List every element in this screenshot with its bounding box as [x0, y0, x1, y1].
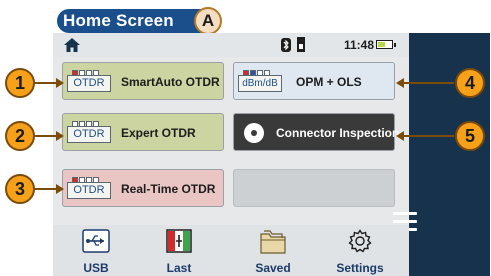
toolbar-label: Saved [255, 261, 291, 275]
clock-time: 11:48 [344, 38, 375, 52]
tile-label: Real-Time OTDR [121, 182, 216, 196]
otdr-icon: OTDR [67, 70, 113, 94]
callout-arrow [34, 184, 64, 194]
tile-label: SmartAuto OTDR [121, 75, 220, 89]
callout-4: 4 [455, 68, 485, 98]
last-result-icon [166, 229, 192, 253]
toolbar-label: Last [166, 261, 192, 275]
callout-arrow [396, 78, 454, 88]
callout-arrow [34, 131, 64, 141]
tile-opm-ols[interactable]: dBm/dB OPM + OLS [233, 62, 395, 100]
callout-1: 1 [5, 68, 35, 98]
inspection-probe-icon [244, 123, 264, 143]
tile-connector-inspection[interactable]: Connector Inspection [233, 113, 399, 151]
usb-icon [82, 229, 110, 253]
home-icon[interactable] [63, 37, 81, 53]
toolbar-last-button[interactable]: Last [153, 227, 205, 276]
tile-label: Expert OTDR [121, 126, 196, 140]
callout-arrow [34, 78, 64, 88]
folder-icon [260, 230, 286, 254]
tile-smartauto-otdr[interactable]: OTDR SmartAuto OTDR [62, 62, 224, 100]
bluetooth-icon [281, 38, 291, 52]
toolbar-settings-button[interactable]: Settings [331, 227, 389, 276]
page-title: Home Screen [63, 11, 174, 30]
callout-5: 5 [455, 121, 485, 151]
battery-icon [376, 40, 396, 49]
power-meter-icon: dBm/dB [238, 70, 284, 94]
tile-label: Connector Inspection [276, 126, 400, 140]
gear-icon [348, 229, 372, 253]
callout-arrow [396, 131, 454, 141]
sd-card-icon [297, 37, 305, 52]
toolbar-usb-button[interactable]: USB [70, 227, 122, 276]
toolbar-label: USB [83, 261, 109, 275]
callout-2: 2 [5, 121, 35, 151]
status-bar: 11:48 [53, 33, 409, 57]
tile-empty-slot [233, 169, 395, 207]
callout-badge-a: A [194, 7, 222, 35]
toolbar-saved-button[interactable]: Saved [243, 227, 303, 276]
toolbar-label: Settings [336, 261, 384, 275]
tile-label: OPM + OLS [296, 75, 362, 89]
callout-3: 3 [5, 174, 35, 204]
tile-expert-otdr[interactable]: OTDR Expert OTDR [62, 113, 224, 151]
tile-real-time-otdr[interactable]: OTDR Real-Time OTDR [62, 169, 224, 207]
otdr-icon: OTDR [67, 177, 113, 201]
otdr-icon: OTDR [67, 121, 113, 145]
